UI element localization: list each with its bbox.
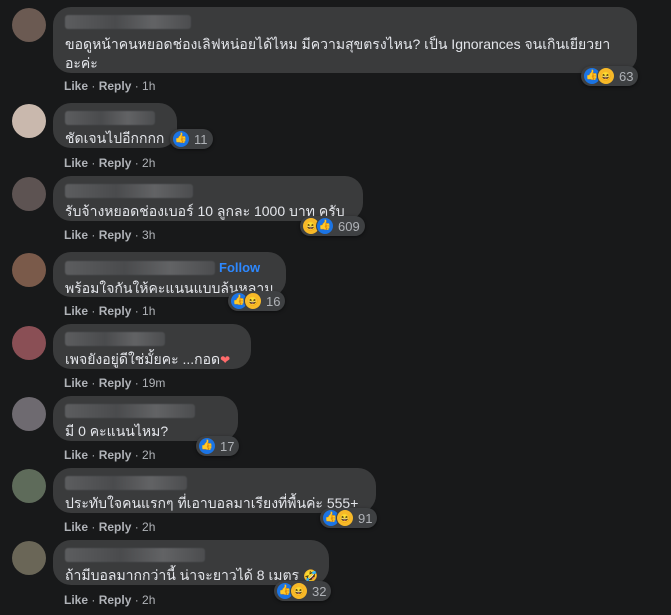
avatar[interactable] bbox=[12, 469, 46, 503]
reaction-count: 609 bbox=[338, 218, 360, 234]
timestamp[interactable]: 3h bbox=[142, 228, 155, 242]
avatar[interactable] bbox=[12, 397, 46, 431]
reply-link[interactable]: Reply bbox=[99, 228, 132, 242]
thumbs-up-icon: 👍 bbox=[198, 437, 216, 455]
comment-text: ชัดเจนไปอีกกกก bbox=[65, 130, 165, 146]
reply-link[interactable]: Reply bbox=[99, 79, 132, 93]
comment-actions: Like · Reply · 2h bbox=[64, 448, 156, 462]
reaction-summary[interactable]: 👍 😆 16 bbox=[228, 291, 286, 311]
timestamp[interactable]: 2h bbox=[142, 448, 155, 462]
avatar[interactable] bbox=[12, 326, 46, 360]
commenter-name-redacted[interactable] bbox=[65, 332, 165, 346]
commenter-name-redacted[interactable] bbox=[65, 15, 191, 29]
reply-link[interactable]: Reply bbox=[99, 520, 132, 534]
reaction-summary[interactable]: 👍 😆 32 bbox=[274, 581, 332, 601]
laughing-face-icon: 😆 bbox=[290, 582, 308, 600]
laughing-face-icon: 😆 bbox=[336, 509, 354, 527]
timestamp[interactable]: 2h bbox=[142, 593, 155, 607]
comment-actions: Like · Reply · 2h bbox=[64, 593, 156, 607]
laughing-face-icon: 😆 bbox=[244, 292, 262, 310]
like-link[interactable]: Like bbox=[64, 304, 88, 318]
reaction-count: 32 bbox=[312, 583, 327, 599]
timestamp[interactable]: 2h bbox=[142, 520, 155, 534]
timestamp[interactable]: 2h bbox=[142, 156, 155, 170]
like-link[interactable]: Like bbox=[64, 376, 88, 390]
reaction-summary[interactable]: 👍 😆 91 bbox=[320, 508, 378, 528]
avatar[interactable] bbox=[12, 177, 46, 211]
avatar[interactable] bbox=[12, 8, 46, 42]
reaction-count: 17 bbox=[220, 438, 235, 454]
comment-actions: Like · Reply · 1h bbox=[64, 79, 156, 93]
reply-link[interactable]: Reply bbox=[99, 156, 132, 170]
reaction-count: 91 bbox=[358, 510, 373, 526]
comment-text: ขอดูหน้าคนหยอดช่องเลิฟหน่อยได้ไหม มีความ… bbox=[65, 36, 611, 71]
avatar[interactable] bbox=[12, 541, 46, 575]
reaction-count: 16 bbox=[266, 293, 281, 309]
comment-bubble: ประทับใจคนแรกๆ ที่เอาบอลมาเรียงที่พื้นค่… bbox=[53, 468, 376, 513]
comment-actions: Like · Reply · 3h bbox=[64, 228, 156, 242]
thumbs-up-icon: 👍 bbox=[172, 130, 190, 148]
reply-link[interactable]: Reply bbox=[99, 593, 132, 607]
commenter-name-redacted[interactable] bbox=[65, 184, 193, 198]
comment-actions: Like · Reply · 19m bbox=[64, 376, 166, 390]
follow-button[interactable]: Follow bbox=[219, 260, 260, 275]
laughing-face-icon: 😆 bbox=[597, 67, 615, 85]
comment-bubble: ชัดเจนไปอีกกกก bbox=[53, 103, 177, 148]
reaction-summary[interactable]: 👍 17 bbox=[196, 436, 240, 456]
comment-actions: Like · Reply · 1h bbox=[64, 304, 156, 318]
comment-bubble: เพจยังอยู่ดีใช่มั้ยคะ ...กอด❤ bbox=[53, 324, 251, 369]
comment-actions: Like · Reply · 2h bbox=[64, 156, 156, 170]
commenter-name-redacted[interactable] bbox=[65, 404, 195, 418]
reaction-summary[interactable]: 👍 😆 63 bbox=[581, 66, 639, 86]
like-link[interactable]: Like bbox=[64, 448, 88, 462]
comment-text: เพจยังอยู่ดีใช่มั้ยคะ ...กอด❤ bbox=[65, 351, 231, 367]
timestamp[interactable]: 1h bbox=[142, 304, 155, 318]
comment-text: ประทับใจคนแรกๆ ที่เอาบอลมาเรียงที่พื้นค่… bbox=[65, 495, 359, 511]
like-link[interactable]: Like bbox=[64, 228, 88, 242]
reply-link[interactable]: Reply bbox=[99, 448, 132, 462]
avatar[interactable] bbox=[12, 253, 46, 287]
like-link[interactable]: Like bbox=[64, 520, 88, 534]
comment-bubble: มี 0 คะแนนไหม? bbox=[53, 396, 238, 441]
comment-bubble: ขอดูหน้าคนหยอดช่องเลิฟหน่อยได้ไหม มีความ… bbox=[53, 7, 637, 73]
reaction-count: 11 bbox=[194, 131, 208, 147]
like-link[interactable]: Like bbox=[64, 79, 88, 93]
commenter-name-redacted[interactable] bbox=[65, 260, 215, 275]
commenter-name-redacted[interactable] bbox=[65, 111, 155, 125]
reply-link[interactable]: Reply bbox=[99, 304, 132, 318]
comment-bubble: ถ้ามีบอลมากกว่านี้ น่าจะยาวได้ 8 เมตร 🤣 bbox=[53, 540, 329, 585]
comment-bubble: รับจ้างหยอดช่องเบอร์ 10 ลูกละ 1000 บาท ค… bbox=[53, 176, 363, 221]
thumbs-up-icon: 👍 bbox=[316, 217, 334, 235]
commenter-name-redacted[interactable] bbox=[65, 548, 205, 562]
avatar[interactable] bbox=[12, 104, 46, 138]
like-link[interactable]: Like bbox=[64, 156, 88, 170]
timestamp[interactable]: 19m bbox=[142, 376, 165, 390]
comment-actions: Like · Reply · 2h bbox=[64, 520, 156, 534]
heart-icon: ❤ bbox=[220, 353, 231, 367]
timestamp[interactable]: 1h bbox=[142, 79, 155, 93]
commenter-name-redacted[interactable] bbox=[65, 476, 187, 490]
reaction-count: 63 bbox=[619, 68, 634, 84]
reaction-summary[interactable]: 👍 11 bbox=[170, 129, 213, 149]
reaction-summary[interactable]: 😆 👍 609 bbox=[300, 216, 365, 236]
reply-link[interactable]: Reply bbox=[99, 376, 132, 390]
like-link[interactable]: Like bbox=[64, 593, 88, 607]
